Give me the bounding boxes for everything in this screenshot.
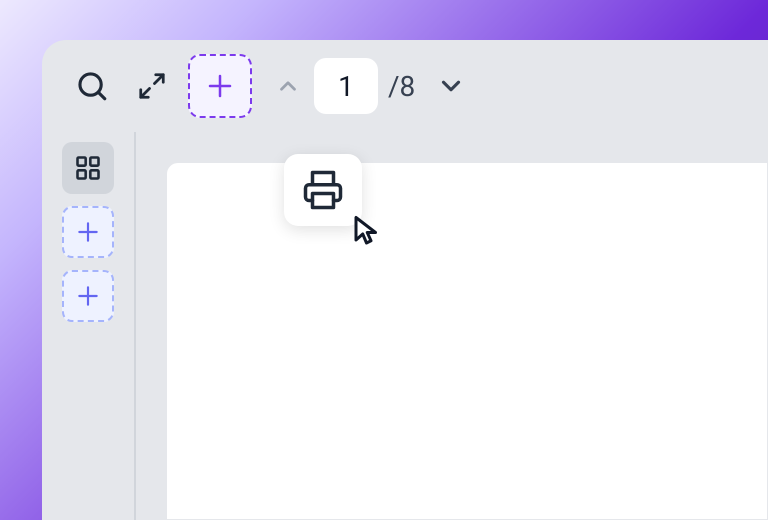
search-button[interactable] (68, 62, 116, 110)
current-page-value: 1 (338, 70, 354, 103)
document-canvas[interactable] (166, 162, 768, 520)
plus-icon (75, 283, 101, 309)
add-tool-button[interactable] (188, 54, 252, 118)
chevron-up-icon (275, 73, 301, 99)
search-icon (75, 69, 109, 103)
page-navigation: 1 /8 (270, 58, 471, 114)
print-icon (302, 169, 344, 211)
plus-icon (75, 219, 101, 245)
toolbar: 1 /8 (42, 40, 768, 132)
grid-view-button[interactable] (62, 142, 114, 194)
sidebar-add-button-1[interactable] (62, 206, 114, 258)
grid-icon (74, 154, 102, 182)
expand-button[interactable] (128, 62, 176, 110)
sidebar-add-button-2[interactable] (62, 270, 114, 322)
plus-icon (205, 71, 235, 101)
sidebar (42, 132, 134, 520)
expand-icon (137, 71, 167, 101)
previous-page-button[interactable] (270, 68, 306, 104)
print-popover[interactable] (284, 154, 362, 226)
chevron-down-icon (436, 71, 466, 101)
next-page-button[interactable] (431, 66, 471, 106)
total-pages-label: /8 (388, 70, 415, 103)
current-page-input[interactable]: 1 (314, 58, 378, 114)
app-window: 1 /8 (42, 40, 768, 520)
sidebar-divider (134, 132, 136, 520)
body-area (42, 132, 768, 520)
